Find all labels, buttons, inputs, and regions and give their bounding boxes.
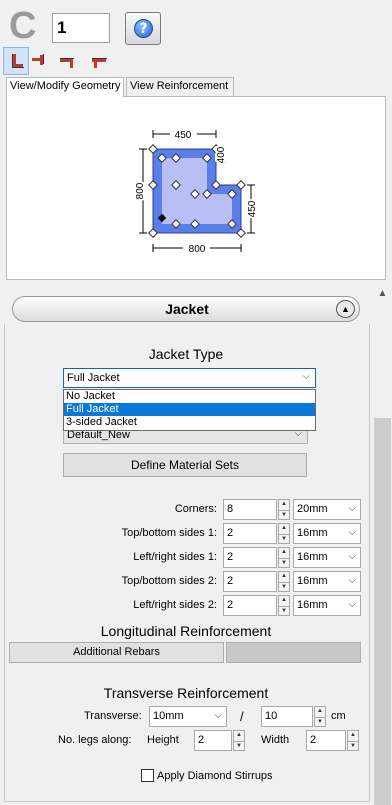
transverse-diameter-select[interactable]: 10mm ⌵ — [149, 706, 227, 727]
chevron-down-icon: ⌵ — [348, 575, 356, 586]
spacing-unit: cm — [331, 710, 346, 722]
define-material-sets-button[interactable]: Define Material Sets — [63, 453, 307, 477]
longitudinal-heading: Longitudinal Reinforcement — [100, 623, 272, 639]
rebar-diameter-value: 16mm — [297, 527, 328, 539]
rebar-count-stepper[interactable]: ▲ ▼ — [278, 547, 290, 568]
toolbar: C 1 ? — [0, 0, 392, 48]
l-shape-2-button[interactable] — [30, 47, 56, 75]
chevron-down-icon: ⌵ — [348, 551, 356, 562]
section-drawing: 450 800 800 450 400 — [133, 128, 260, 255]
rebar-diameter-select[interactable]: 16mm ⌵ — [293, 547, 361, 568]
rebar-label: Left/right sides 1: — [133, 551, 217, 563]
transverse-spacing-stepper[interactable]: ▲ ▼ — [314, 706, 326, 727]
transverse-spacing-input[interactable]: 10 — [261, 706, 313, 727]
legs-along-label: No. legs along: — [58, 734, 132, 746]
height-label: Height — [147, 734, 179, 746]
transverse-diameter-value: 10mm — [153, 710, 184, 722]
rebar-label: Left/right sides 2: — [133, 599, 217, 611]
dim-right-label: 450 — [247, 200, 258, 217]
l-shape-2-icon — [32, 54, 44, 65]
rebar-count-input[interactable]: 2 — [223, 571, 277, 592]
shape-selector — [3, 47, 113, 75]
transverse-label: Transverse: — [84, 710, 142, 722]
scrollbar-thumb[interactable] — [374, 418, 391, 805]
rebar-diameter-value: 20mm — [297, 503, 328, 515]
jacket-option-no-jacket[interactable]: No Jacket — [64, 390, 315, 403]
legs-width-stepper[interactable]: ▲ ▼ — [347, 730, 359, 751]
jacket-option-3-sided[interactable]: 3-sided Jacket — [64, 416, 315, 429]
section-type-letter: C — [9, 5, 37, 47]
l-shape-1-icon — [12, 54, 24, 68]
rebar-diameter-value: 16mm — [297, 599, 328, 611]
diamond-stirrups-label: Apply Diamond Stirrups — [157, 770, 273, 782]
rebar-count-stepper[interactable]: ▲ ▼ — [278, 523, 290, 544]
rebar-diameter-value: 16mm — [297, 551, 328, 563]
section-title: Jacket — [165, 301, 209, 317]
t-shape-1-button[interactable] — [57, 47, 83, 75]
rebar-label: Top/bottom sides 2: — [121, 575, 217, 587]
rebar-diameter-value: 16mm — [297, 575, 328, 587]
chevron-down-icon: ⌵ — [302, 371, 310, 382]
width-label: Width — [261, 734, 290, 746]
tab-view-modify-geometry[interactable]: View/Modify Geometry — [6, 77, 124, 97]
jacket-type-heading: Jacket Type — [148, 346, 224, 362]
rebar-count-stepper[interactable]: ▲ ▼ — [278, 595, 290, 616]
jacket-type-value: Full Jacket — [67, 372, 120, 384]
rebar-diameter-select[interactable]: 16mm ⌵ — [293, 595, 361, 616]
rebar-diameter-select[interactable]: 16mm ⌵ — [293, 523, 361, 544]
legs-height-input[interactable]: 2 — [194, 730, 232, 751]
rebar-count-input[interactable]: 2 — [223, 595, 277, 616]
geometry-canvas[interactable]: 450 800 800 450 400 — [6, 96, 386, 280]
additional-rebars-display — [226, 642, 361, 663]
jacket-type-options: No Jacket Full Jacket 3-sided Jacket — [63, 389, 316, 431]
rebar-diameter-select[interactable]: 16mm ⌵ — [293, 571, 361, 592]
chevron-down-icon: ⌵ — [348, 599, 356, 610]
jacket-section-header[interactable]: Jacket ▲ — [12, 296, 360, 322]
help-question-icon: ? — [134, 19, 153, 38]
t-shape-2-button[interactable] — [84, 47, 110, 75]
rebar-count-stepper[interactable]: ▲ ▼ — [278, 571, 290, 592]
rebar-diameter-select[interactable]: 20mm ⌵ — [293, 499, 361, 520]
jacket-type-select[interactable]: Full Jacket ⌵ — [63, 368, 316, 388]
dim-top-label: 450 — [175, 130, 192, 141]
rebar-label: Top/bottom sides 1: — [121, 527, 217, 539]
dim-left-label: 800 — [135, 182, 146, 199]
collapse-up-icon[interactable]: ▲ — [336, 300, 355, 318]
dim-top-right-label: 400 — [216, 146, 227, 163]
legs-width-input[interactable]: 2 — [306, 730, 346, 751]
scroll-up-arrow-icon[interactable]: ▲ — [373, 284, 392, 303]
jacket-option-full-jacket[interactable]: Full Jacket — [64, 403, 315, 416]
rebar-count-input[interactable]: 2 — [223, 547, 277, 568]
t-shape-1-icon — [60, 58, 74, 68]
dim-bottom-label: 800 — [189, 244, 206, 255]
additional-rebars-button[interactable]: Additional Rebars — [9, 642, 224, 663]
chevron-down-icon: ⌵ — [348, 527, 356, 538]
chevron-down-icon: ⌵ — [214, 710, 222, 721]
section-number-field[interactable]: 1 — [52, 13, 110, 43]
tab-view-reinforcement[interactable]: View Reinforcement — [126, 77, 234, 96]
rebar-label: Corners: — [174, 503, 217, 515]
help-button[interactable]: ? — [125, 12, 161, 45]
rebar-count-stepper[interactable]: ▲ ▼ — [278, 499, 290, 520]
chevron-down-icon: ⌵ — [348, 503, 356, 514]
diamond-stirrups-checkbox[interactable] — [141, 769, 154, 782]
transverse-heading: Transverse Reinforcement — [103, 685, 269, 701]
rebar-count-input[interactable]: 2 — [223, 523, 277, 544]
t-shape-2-icon — [92, 58, 107, 68]
rebar-count-input[interactable]: 8 — [223, 499, 277, 520]
l-shape-1-button[interactable] — [3, 47, 29, 75]
legs-height-stepper[interactable]: ▲ ▼ — [233, 730, 245, 751]
spacing-separator: / — [240, 709, 244, 724]
